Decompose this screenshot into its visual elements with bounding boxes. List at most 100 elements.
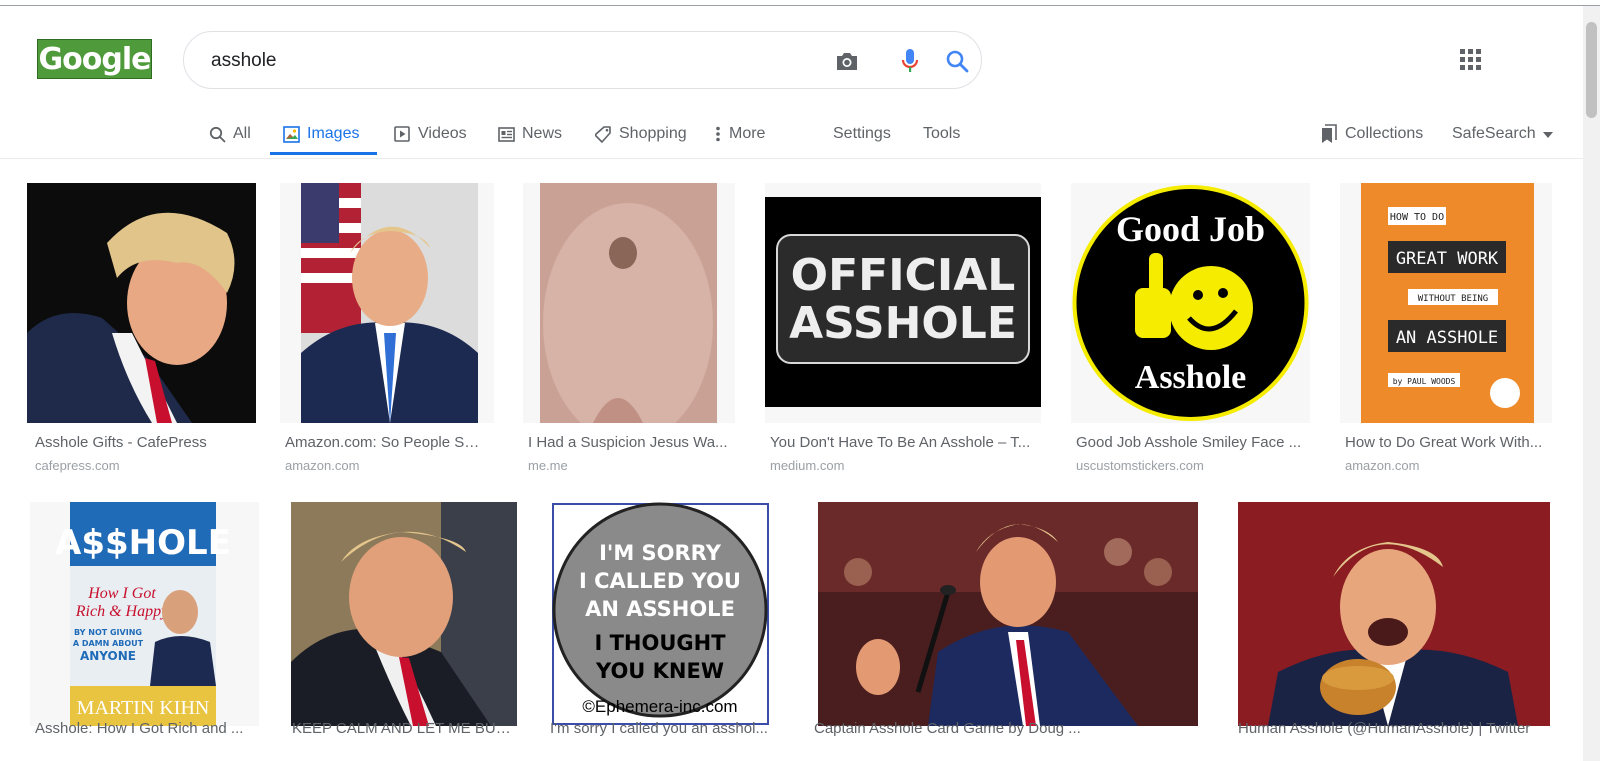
result-caption[interactable]: Good Job Asshole Smiley Face ...: [1076, 434, 1306, 451]
tab-more[interactable]: More: [714, 112, 765, 156]
patch-text-line: OFFICIAL: [791, 250, 1016, 301]
collections-button[interactable]: Collections: [1320, 112, 1423, 156]
book-line: by PAUL WOODS: [1393, 377, 1456, 386]
result-domain: cafepress.com: [35, 458, 120, 473]
book-line: WITHOUT BEING: [1418, 294, 1488, 304]
book-line: HOW TO DO: [1390, 212, 1444, 223]
image-result[interactable]: I Had a Suspicion Jesus Wa... me.me: [523, 183, 736, 473]
button-text-line: I CALLED YOU: [579, 569, 741, 593]
google-doodle-logo[interactable]: Google: [37, 39, 152, 79]
book2-subtitle: Rich & Happy: [75, 603, 169, 620]
button-text-line: I'M SORRY: [599, 541, 722, 565]
image-result[interactable]: Good Job Asshole Good Job Asshole Smiley…: [1071, 183, 1311, 473]
result-domain: amazon.com: [285, 458, 360, 473]
button-text-line: I THOUGHT: [594, 631, 726, 655]
apps-grid-icon[interactable]: [1460, 49, 1482, 71]
safesearch-dropdown[interactable]: SafeSearch: [1452, 112, 1553, 156]
tab-label: Videos: [418, 125, 467, 142]
search-icon: [208, 125, 226, 143]
tab-shopping[interactable]: Shopping: [594, 112, 687, 156]
book2-title: A$$HOLE: [55, 523, 231, 563]
book2-side: BY NOT GIVING: [74, 628, 142, 637]
result-caption[interactable]: I'm sorry I called you an asshol...: [550, 720, 772, 737]
sticker-top-text: Good Job: [1116, 209, 1265, 249]
book2-side: ANYONE: [80, 649, 136, 663]
tab-all[interactable]: All: [208, 112, 251, 156]
tab-label: More: [729, 125, 766, 142]
header-divider: [0, 158, 1600, 159]
tab-label: All: [233, 125, 251, 142]
tab-label: Shopping: [619, 125, 687, 142]
tab-news[interactable]: News: [497, 112, 562, 156]
result-domain: uscustomstickers.com: [1076, 458, 1204, 473]
result-thumbnail[interactable]: HOW TO DO GREAT WORK WITHOUT BEING AN AS…: [1340, 183, 1552, 423]
tab-videos[interactable]: Videos: [393, 112, 467, 156]
image-result[interactable]: Human Asshole (@HumanAsshole) | Twitter: [1233, 502, 1553, 761]
book2-side: A DAMN ABOUT: [73, 639, 144, 648]
page-scrollbar[interactable]: [1583, 6, 1600, 761]
result-thumbnail[interactable]: [27, 183, 256, 423]
scrollbar-thumb[interactable]: [1586, 22, 1597, 118]
result-domain: me.me: [528, 458, 568, 473]
microphone-icon[interactable]: [895, 46, 925, 76]
result-thumbnail[interactable]: Good Job Asshole: [1071, 183, 1310, 423]
result-thumbnail[interactable]: [291, 502, 517, 726]
image-result[interactable]: Asshole Gifts - CafePress cafepress.com: [27, 183, 257, 473]
active-tab-indicator: [270, 152, 377, 155]
book-line: AN ASSHOLE: [1396, 328, 1498, 348]
tag-icon: [594, 125, 612, 143]
image-result[interactable]: KEEP CALM AND LET ME BUR...: [291, 502, 521, 761]
tab-tools[interactable]: Tools: [923, 112, 960, 156]
result-thumbnail[interactable]: I'M SORRY I CALLED YOU AN ASSHOLE I THOU…: [548, 502, 773, 726]
result-thumbnail[interactable]: [818, 502, 1198, 726]
book2-author: MARTIN KIHN: [77, 697, 210, 719]
result-caption[interactable]: How to Do Great Work With...: [1345, 434, 1550, 451]
tab-label: Images: [307, 125, 360, 142]
result-caption[interactable]: Asshole: How I Got Rich and ...: [35, 720, 250, 737]
tab-settings[interactable]: Settings: [833, 112, 891, 156]
search-input[interactable]: [209, 46, 773, 76]
result-thumbnail[interactable]: [280, 183, 494, 423]
result-thumbnail[interactable]: [1238, 502, 1550, 726]
image-result[interactable]: HOW TO DO GREAT WORK WITHOUT BEING AN AS…: [1340, 183, 1553, 473]
newspaper-icon: [497, 125, 515, 143]
bookmark-icon: [1320, 124, 1338, 143]
search-box[interactable]: [183, 31, 982, 89]
more-vert-icon: [714, 125, 722, 143]
sticker-bottom-text: Asshole: [1135, 359, 1246, 396]
collections-label: Collections: [1345, 125, 1424, 142]
image-result[interactable]: OFFICIAL ASSHOLE You Don't Have To Be An…: [765, 183, 1042, 473]
result-caption[interactable]: Amazon.com: So People Sa...: [285, 434, 485, 451]
result-thumbnail[interactable]: A$$HOLE How I Got Rich & Happy BY NOT GI…: [30, 502, 259, 726]
result-caption[interactable]: KEEP CALM AND LET ME BUR...: [292, 720, 512, 737]
result-caption[interactable]: You Don't Have To Be An Asshole – T...: [770, 434, 1040, 451]
result-thumbnail[interactable]: OFFICIAL ASSHOLE: [765, 183, 1041, 423]
result-caption[interactable]: Human Asshole (@HumanAsshole) | Twitter: [1238, 720, 1548, 737]
image-icon: [282, 125, 300, 143]
tab-label: Settings: [833, 125, 891, 142]
logo-text: Google: [38, 41, 152, 77]
result-caption[interactable]: Asshole Gifts - CafePress: [35, 434, 235, 451]
result-caption[interactable]: Captain Asshole Card Game by Doug ...: [814, 720, 1194, 737]
tab-label: Tools: [923, 125, 961, 142]
result-thumbnail[interactable]: [523, 183, 735, 423]
tab-label: News: [522, 125, 563, 142]
window-top-border: [0, 5, 1600, 6]
book2-subtitle: How I Got: [87, 585, 156, 602]
image-result[interactable]: I'M SORRY I CALLED YOU AN ASSHOLE I THOU…: [548, 502, 773, 761]
image-result[interactable]: Captain Asshole Card Game by Doug ...: [810, 502, 1200, 761]
patch-text-line: ASSHOLE: [789, 298, 1017, 349]
safesearch-label: SafeSearch: [1452, 125, 1536, 142]
caret-down-icon: [1542, 125, 1553, 143]
camera-icon[interactable]: [832, 46, 862, 76]
play-icon: [393, 125, 411, 143]
button-text-line: YOU KNEW: [595, 659, 724, 683]
copyright-watermark: ©Ephemera-inc.com: [582, 697, 737, 716]
tab-images[interactable]: Images: [282, 112, 359, 156]
search-icon[interactable]: [942, 46, 972, 76]
search-tabs: All Images Videos News Shopping More Set…: [0, 112, 1600, 158]
result-caption[interactable]: I Had a Suspicion Jesus Wa...: [528, 434, 733, 451]
result-domain: amazon.com: [1345, 458, 1420, 473]
image-result[interactable]: Amazon.com: So People Sa... amazon.com: [280, 183, 495, 473]
image-result[interactable]: A$$HOLE How I Got Rich & Happy BY NOT GI…: [30, 502, 260, 761]
